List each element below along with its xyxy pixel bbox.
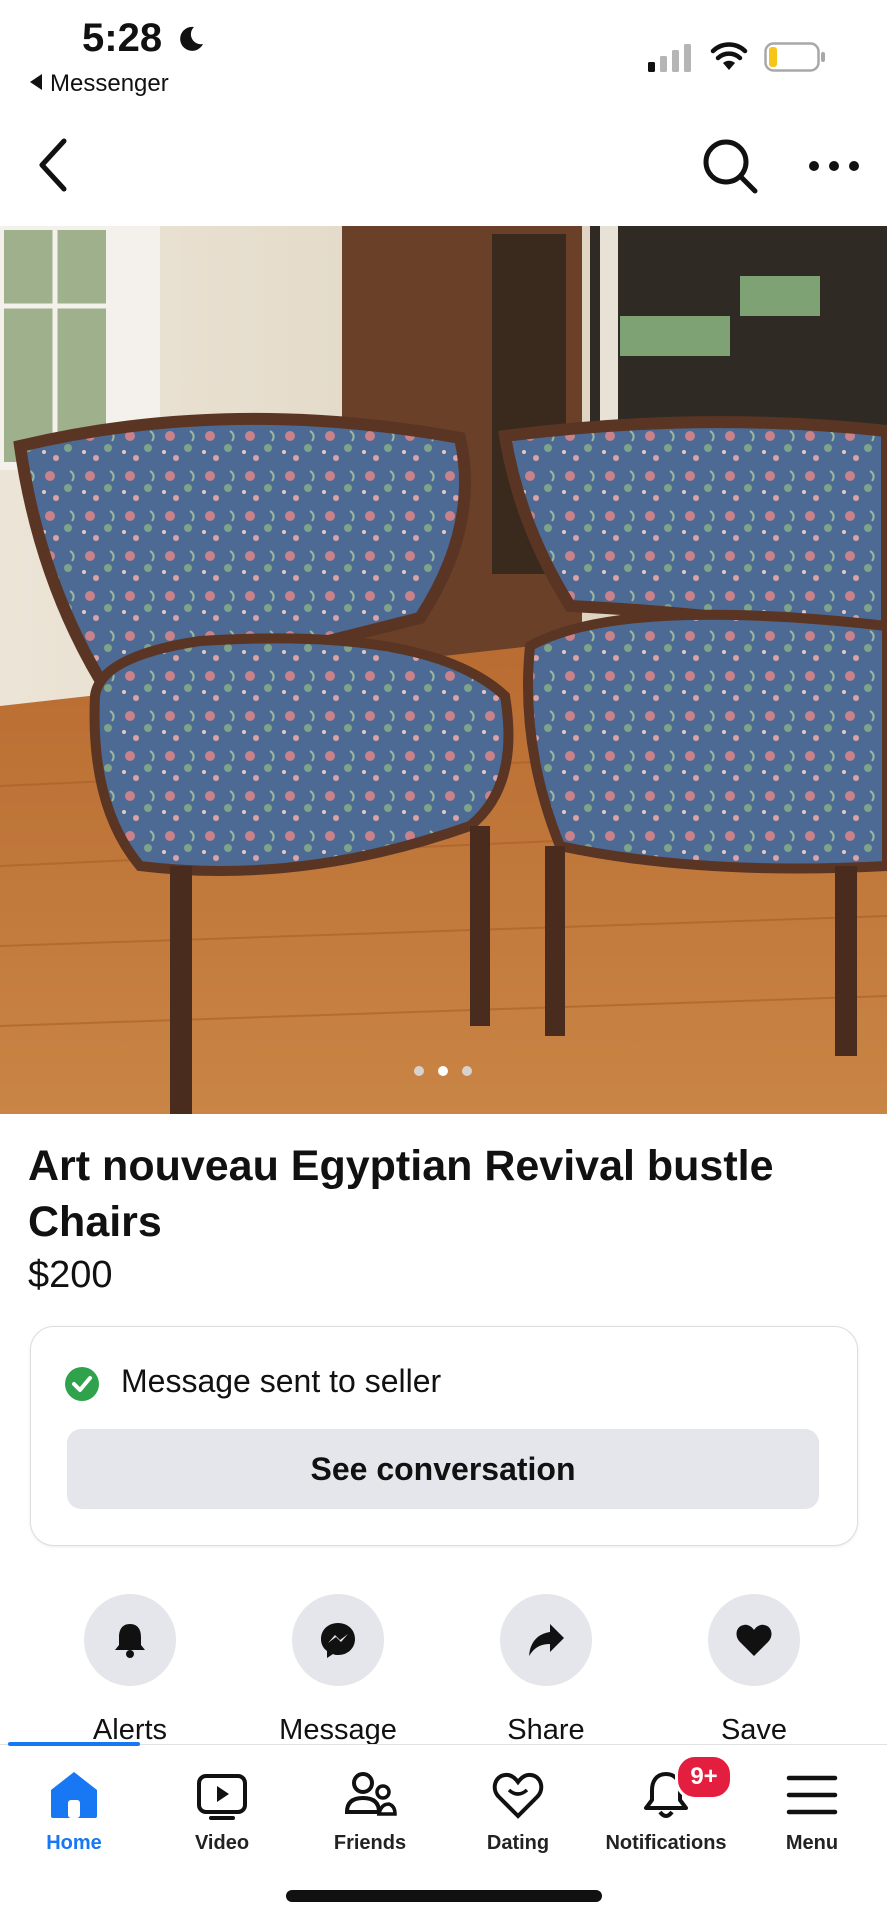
video-icon	[197, 1774, 247, 1820]
chairs-photo-illustration	[0, 226, 887, 1114]
back-arrow-icon[interactable]	[30, 136, 76, 194]
home-indicator-bar[interactable]	[286, 1890, 602, 1902]
tab-dating[interactable]: Dating	[448, 1768, 588, 1855]
share-arrow-icon	[529, 1624, 564, 1656]
friends-icon	[344, 1772, 397, 1816]
alerts-button[interactable]: Alerts	[70, 1594, 190, 1747]
do-not-disturb-moon-icon	[180, 26, 203, 51]
tab-menu-label: Menu	[785, 1832, 839, 1854]
more-options-icon[interactable]	[806, 154, 862, 178]
tab-dating-label: Dating	[486, 1832, 550, 1854]
back-triangle-icon	[30, 74, 42, 90]
message-circle[interactable]	[292, 1594, 384, 1686]
messenger-icon	[321, 1623, 355, 1658]
tab-video[interactable]: Video	[152, 1768, 292, 1855]
bell-icon	[115, 1624, 145, 1658]
tab-home[interactable]: Home	[4, 1768, 144, 1855]
search-icon[interactable]	[700, 136, 760, 196]
alerts-circle[interactable]	[84, 1594, 176, 1686]
tab-friends[interactable]: Friends	[300, 1768, 440, 1855]
share-label: Share	[507, 1714, 585, 1746]
save-button[interactable]: Save	[694, 1594, 814, 1747]
listing-photo[interactable]	[0, 226, 887, 1114]
battery-icon	[764, 42, 825, 72]
dating-icon	[492, 1772, 544, 1819]
menu-icon	[786, 1775, 838, 1815]
share-button[interactable]: Share	[486, 1594, 606, 1747]
tab-menu[interactable]: Menu	[742, 1768, 882, 1855]
wifi-icon	[710, 42, 748, 70]
tab-home-label: Home	[46, 1832, 102, 1854]
tab-video-label: Video	[194, 1832, 250, 1854]
tab-notifications-label: Notifications	[605, 1832, 727, 1854]
message-status-text: Message sent to seller	[121, 1363, 442, 1399]
home-icon	[51, 1772, 97, 1818]
active-tab-indicator	[8, 1742, 140, 1746]
cellular-signal-icon	[648, 44, 691, 72]
pager-dot-3	[462, 1066, 472, 1076]
message-label: Message	[279, 1714, 397, 1746]
listing-price: $200	[28, 1254, 113, 1296]
heart-icon	[736, 1624, 772, 1656]
listing-title: Art nouveau Egyptian Revival bustle Chai…	[28, 1142, 774, 1246]
check-circle-icon	[65, 1367, 99, 1401]
see-conversation-button[interactable]: See conversation	[67, 1429, 819, 1509]
back-app-label: Messenger	[50, 70, 169, 97]
message-sent-card: Message sent to seller See conversation	[30, 1326, 858, 1546]
back-to-app-link[interactable]: Messenger	[30, 70, 169, 98]
tab-notifications[interactable]: 9+ Notifications	[596, 1754, 736, 1855]
message-button[interactable]: Message	[278, 1594, 398, 1747]
notifications-badge: 9+	[675, 1754, 733, 1800]
status-time: 5:28	[82, 16, 163, 60]
pager-dot-1	[414, 1066, 424, 1076]
share-circle[interactable]	[500, 1594, 592, 1686]
tab-friends-label: Friends	[333, 1832, 407, 1854]
pager-dot-2-active	[438, 1066, 448, 1076]
save-label: Save	[720, 1714, 788, 1746]
save-circle[interactable]	[708, 1594, 800, 1686]
